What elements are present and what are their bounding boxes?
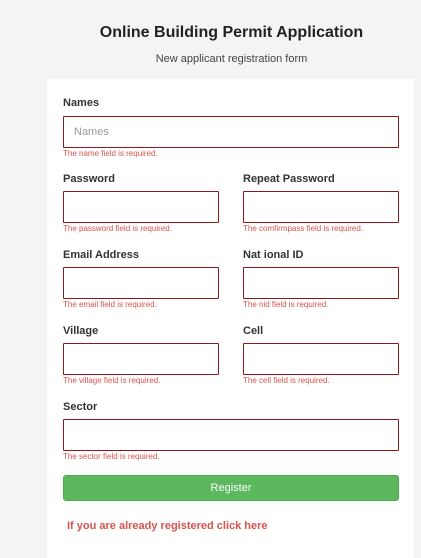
- email-input[interactable]: [63, 267, 219, 299]
- sector-error: The sector field is required.: [63, 452, 160, 461]
- password-label: Password: [63, 173, 115, 185]
- names-error: The name field is required.: [63, 149, 158, 158]
- village-error: The village field is required.: [63, 376, 161, 385]
- cell-error: The cell field is required.: [243, 376, 330, 385]
- names-label: Names: [63, 97, 100, 109]
- login-link[interactable]: If you are already registered click here: [67, 520, 268, 532]
- cell-label: Cell: [243, 325, 264, 337]
- page-subtitle: New applicant registration form: [155, 53, 308, 65]
- sector-input[interactable]: [63, 419, 399, 451]
- national-id-input[interactable]: [243, 267, 399, 299]
- sector-label: Sector: [63, 401, 98, 413]
- repeat-password-input[interactable]: [243, 191, 399, 223]
- names-input[interactable]: [63, 116, 399, 148]
- repeat-password-label: Repeat Password: [243, 173, 335, 185]
- page-title: Online Building Permit Application: [99, 24, 364, 41]
- register-button[interactable]: Register: [63, 475, 399, 501]
- village-input[interactable]: [63, 343, 219, 375]
- password-error: The password field is required.: [63, 224, 172, 233]
- national-id-error: The nid field is required.: [243, 300, 329, 309]
- password-input[interactable]: [63, 191, 219, 223]
- page-header: Online Building Permit Application New a…: [0, 0, 421, 80]
- national-id-label: Nat ional ID: [243, 249, 304, 261]
- cell-input[interactable]: [243, 343, 399, 375]
- repeat-password-error: The comfirmpass field is required.: [243, 224, 364, 233]
- email-error: The email field is required.: [63, 300, 157, 309]
- village-label: Village: [63, 325, 99, 337]
- email-label: Email Address: [63, 249, 140, 261]
